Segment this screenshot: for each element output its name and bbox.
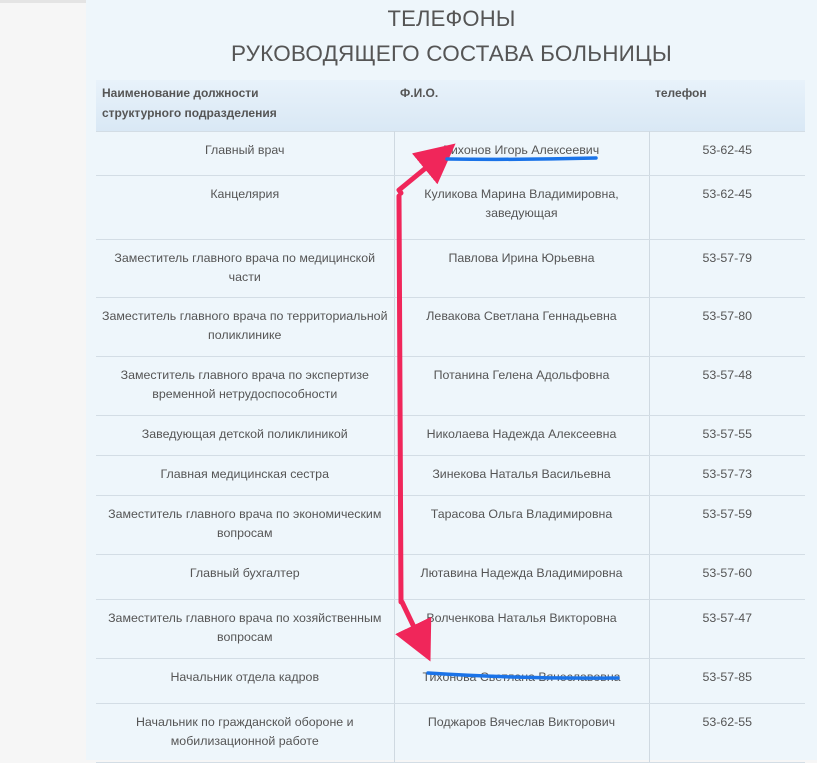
cell-name: Николаева Надежда Алексеевна <box>394 415 650 456</box>
cell-name: Потанина Гелена Адольфовна <box>394 356 650 416</box>
cell-name: Тихонов Игорь Алексеевич <box>394 131 650 176</box>
cell-name: Поджаров Вячеслав Викторович <box>394 703 650 763</box>
cell-phone: 53-57-60 <box>649 554 805 600</box>
cell-phone: 53-57-55 <box>649 415 805 456</box>
cell-phone: 53-57-47 <box>649 599 805 659</box>
page-title-line1: ТЕЛЕФОНЫ <box>387 6 516 31</box>
cell-position: Заведующая детской поликлиникой <box>96 415 395 456</box>
table-row: Главный бухгалтер Лютавина Надежда Владим… <box>96 554 805 600</box>
cell-name: Куликова Марина Владимировна, заведующая <box>394 175 650 240</box>
cell-name: Зинекова Наталья Васильевна <box>394 455 650 496</box>
leadership-phone-table: Наименование должности структурного подр… <box>96 80 805 763</box>
table-row: Заместитель главного врача по хозяйствен… <box>96 599 805 659</box>
cell-position: Главная медицинская сестра <box>96 455 395 496</box>
header-phone: телефон <box>649 80 805 132</box>
header-name: Ф.И.О. <box>394 80 649 132</box>
cell-name: Волченкова Наталья Викторовна <box>394 599 650 659</box>
cell-phone: 53-57-48 <box>649 356 805 416</box>
page-title-line2: РУКОВОДЯЩЕГО СОСТАВА БОЛЬНИЦЫ <box>230 41 673 66</box>
cell-name: Тарасова Ольга Владимировна <box>394 495 650 555</box>
table-row: Начальник отдела кадров Тихонова Светлана… <box>96 658 805 704</box>
header-position-line1: Наименование должности <box>102 86 259 100</box>
cell-phone: 53-62-45 <box>649 175 805 240</box>
cell-phone: 53-57-73 <box>649 455 805 496</box>
cell-name: Лютавина Надежда Владимировна <box>394 554 650 600</box>
cell-name: Левакова Светлана Геннадьевна <box>394 297 650 357</box>
cell-phone: 53-57-59 <box>649 495 805 555</box>
table-row: Заместитель главного врача по медицинско… <box>96 239 805 298</box>
cell-position: Канцелярия <box>96 175 395 240</box>
cell-name: Павлова Ирина Юрьевна <box>394 239 650 298</box>
table-row: Начальник по гражданской обороне и мобил… <box>96 703 805 763</box>
cell-phone: 53-57-80 <box>649 297 805 357</box>
cell-position: Заместитель главного врача по территориа… <box>96 297 395 357</box>
cell-position: Начальник по гражданской обороне и мобил… <box>96 703 395 763</box>
table-row: Заведующая детской поликлиникой Николаева… <box>96 415 805 456</box>
cell-position: Заместитель главного врача по хозяйствен… <box>96 599 395 659</box>
cell-position: Заместитель главного врача по медицинско… <box>96 239 395 298</box>
cell-phone: 53-62-55 <box>649 703 805 763</box>
table-row: Заместитель главного врача по территориа… <box>96 297 805 357</box>
cell-phone: 53-62-45 <box>649 131 805 176</box>
table-row: Главная медицинская сестра Зинекова Натал… <box>96 455 805 496</box>
cell-position: Заместитель главного врача по экспертизе… <box>96 356 395 416</box>
header-position: Наименование должности структурного подр… <box>96 80 394 132</box>
cell-phone: 53-57-79 <box>649 239 805 298</box>
table-row: Главный врач Тихонов Игорь Алексеевич 53-6… <box>96 131 805 176</box>
table-header-row: Наименование должности структурного подр… <box>96 80 805 132</box>
cell-position: Главный бухгалтер <box>96 554 395 600</box>
table-row: Заместитель главного врача по экспертизе… <box>96 356 805 416</box>
table-row: Канцелярия Куликова Марина Владимировна, … <box>96 175 805 240</box>
cell-position: Главный врач <box>96 131 395 176</box>
cell-position: Начальник отдела кадров <box>96 658 395 704</box>
table-row: Заместитель главного врача по экономичес… <box>96 495 805 555</box>
cell-name: Тихонова Светлана Вячеславовна <box>394 658 650 704</box>
header-position-line2: структурного подразделения <box>102 106 277 120</box>
cell-position: Заместитель главного врача по экономичес… <box>96 495 395 555</box>
cell-phone: 53-57-85 <box>649 658 805 704</box>
